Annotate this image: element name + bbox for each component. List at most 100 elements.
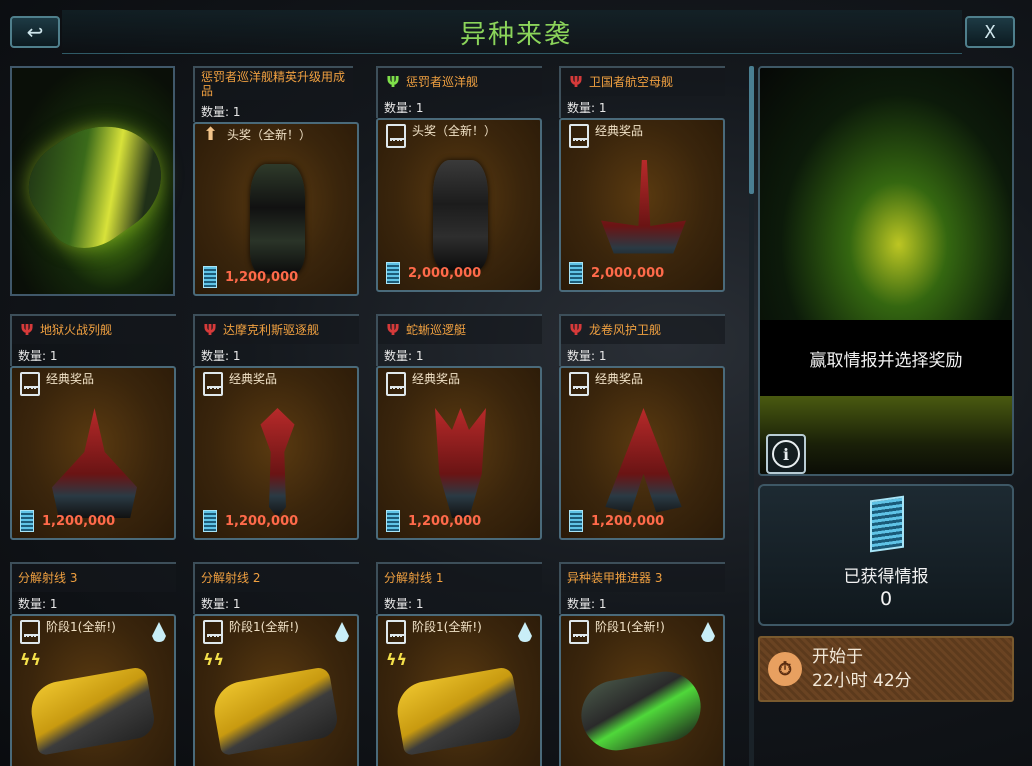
reward-card[interactable]: 异种装甲推进器 3 数量: 1 阶段1(全新!) <box>559 562 725 766</box>
yellow-beam-weapon <box>209 666 341 756</box>
card-title-text: 卫国者航空母舰 <box>589 75 674 89</box>
tag-label: 阶段1(全新!) <box>595 620 665 634</box>
card-title: Ψ 地狱火战列舰 <box>10 314 176 344</box>
timer-value: 22小时 42分 <box>812 671 912 691</box>
card-quantity: 数量: 1 <box>193 100 359 122</box>
card-icon <box>20 620 40 644</box>
back-arrow-icon: ↩ <box>26 20 44 44</box>
tag-label: 阶段1(全新!) <box>412 620 482 634</box>
card-icon <box>569 620 589 644</box>
price-value: 2,000,000 <box>591 265 665 281</box>
card-quantity: 数量: 1 <box>559 344 725 366</box>
price-value: 1,200,000 <box>225 269 299 285</box>
reward-panel[interactable]: 经典奖品 1,200,000 <box>10 366 176 540</box>
tag-label: 经典奖品 <box>412 372 461 386</box>
reward-card[interactable]: Ψ 地狱火战列舰 数量: 1 经典奖品 1,200,000 <box>10 314 176 540</box>
card-title: Ψ 达摩克利斯驱逐舰 <box>193 314 359 344</box>
reward-card[interactable]: 分解射线 1 数量: 1 阶段1(全新!) ϟϟ <box>376 562 542 766</box>
price-value: 1,200,000 <box>42 513 116 529</box>
card-icon <box>20 372 40 396</box>
faction-red-icon: Ψ <box>20 321 34 339</box>
faction-green-icon: Ψ <box>386 73 400 91</box>
reward-card[interactable]: 分解射线 3 数量: 1 阶段1(全新!) ϟϟ <box>10 562 176 766</box>
card-title: 分解射线 3 <box>10 562 176 592</box>
reward-panel[interactable]: 阶段1(全新!) <box>559 614 725 766</box>
reward-panel[interactable]: 阶段1(全新!) ϟϟ <box>193 614 359 766</box>
tag-label: 经典奖品 <box>595 372 644 386</box>
page-title: 异种来袭 <box>459 20 572 50</box>
price-value: 1,200,000 <box>591 513 665 529</box>
card-title: 分解射线 1 <box>376 562 542 592</box>
red-carrier-ship <box>601 160 686 254</box>
card-title-text: 龙卷风护卫舰 <box>589 323 662 337</box>
stopwatch-icon: ⏱ <box>768 652 802 686</box>
card-quantity: 数量: 1 <box>376 344 542 366</box>
tag-label: 经典奖品 <box>229 372 278 386</box>
lightning-bolt-icon: ϟϟ <box>20 650 42 669</box>
price-value: 1,200,000 <box>225 513 299 529</box>
card-title: Ψ 龙卷风护卫舰 <box>559 314 725 344</box>
intel-panel: 赢取情报并选择奖励 i <box>758 66 1014 476</box>
intel-doc-icon <box>569 262 583 284</box>
reward-card[interactable]: Ψ 卫国者航空母舰 数量: 1 经典奖品 2,000,000 <box>559 66 725 292</box>
tag-label: 阶段1(全新!) <box>46 620 116 634</box>
info-button[interactable]: i <box>766 434 806 474</box>
header-bar: 异种来袭 ↩ X <box>0 0 1032 58</box>
reward-card[interactable]: Ψ 达摩克利斯驱逐舰 数量: 1 经典奖品 1,200,000 <box>193 314 359 540</box>
gray-cruiser-ship <box>433 160 488 270</box>
reward-panel[interactable]: 经典奖品 1,200,000 <box>193 366 359 540</box>
reward-card[interactable]: Ψ 龙卷风护卫舰 数量: 1 经典奖品 1,200,000 <box>559 314 725 540</box>
card-quantity: 数量: 1 <box>193 592 359 614</box>
up-arrow-icon: ⬆ <box>203 124 219 145</box>
reward-card[interactable]: 惩罚者巡洋舰精英升级用成品 数量: 1 ⬆ 头奖（全新！） 1,200,000 <box>193 66 359 296</box>
reward-panel[interactable]: 阶段1(全新!) ϟϟ <box>376 614 542 766</box>
intel-doc-icon <box>203 510 217 532</box>
card-title: 分解射线 2 <box>193 562 359 592</box>
card-quantity: 数量: 1 <box>376 96 542 118</box>
event-timer: ⏱ 开始于 22小时 42分 <box>758 636 1014 702</box>
card-icon <box>569 124 589 148</box>
intel-doc-icon <box>386 262 400 284</box>
reward-panel[interactable]: ⬆ 头奖（全新！） 1,200,000 <box>193 122 359 296</box>
reward-card[interactable]: Ψ 蛇蜥巡逻艇 数量: 1 经典奖品 1,200,000 <box>376 314 542 540</box>
gained-intel-label: 已获得情报 <box>843 567 929 587</box>
dark-cruiser-ship <box>250 164 305 274</box>
back-button[interactable]: ↩ <box>10 16 60 48</box>
card-quantity: 数量: 1 <box>10 592 176 614</box>
reward-panel[interactable]: 经典奖品 2,000,000 <box>559 118 725 292</box>
card-icon <box>386 620 406 644</box>
scroll-thumb[interactable] <box>749 66 754 194</box>
card-title-text: 地狱火战列舰 <box>40 323 113 337</box>
timer-label: 开始于 <box>812 647 863 667</box>
price-value: 2,000,000 <box>408 265 482 281</box>
alien-ship-art <box>760 68 1012 320</box>
reward-grid: 惩罚者巡洋舰精英升级用成品 数量: 1 ⬆ 头奖（全新！） 1,200,000 Ψ… <box>10 66 746 766</box>
yellow-beam-weapon <box>392 666 524 756</box>
card-quantity: 数量: 1 <box>10 344 176 366</box>
reward-panel[interactable]: 经典奖品 1,200,000 <box>376 366 542 540</box>
close-button[interactable]: X <box>965 16 1015 48</box>
event-hero-image <box>10 66 182 296</box>
tag-label: 头奖（全新！） <box>412 124 497 138</box>
intel-doc-icon <box>20 510 34 532</box>
info-icon: i <box>772 440 800 468</box>
tag-label: 经典奖品 <box>46 372 95 386</box>
card-title: Ψ 蛇蜥巡逻艇 <box>376 314 542 344</box>
grid-scrollbar[interactable] <box>749 66 754 766</box>
reward-panel[interactable]: 头奖（全新！） 2,000,000 <box>376 118 542 292</box>
reward-card[interactable]: Ψ 惩罚者巡洋舰 数量: 1 头奖（全新！） 2,000,000 <box>376 66 542 292</box>
tag-label: 头奖（全新！） <box>227 128 312 142</box>
intel-banner: 赢取情报并选择奖励 <box>760 320 1012 396</box>
card-title: 异种装甲推进器 3 <box>559 562 725 592</box>
reward-panel[interactable]: 阶段1(全新!) ϟϟ <box>10 614 176 766</box>
reward-panel[interactable]: 经典奖品 1,200,000 <box>559 366 725 540</box>
reward-card[interactable]: 分解射线 2 数量: 1 阶段1(全新!) ϟϟ <box>193 562 359 766</box>
gained-intel-count: 0 <box>879 588 893 610</box>
red-battleship <box>52 408 137 518</box>
card-icon <box>386 372 406 396</box>
faction-red-icon: Ψ <box>203 321 217 339</box>
card-quantity: 数量: 1 <box>376 592 542 614</box>
card-quantity: 数量: 1 <box>559 96 725 118</box>
card-icon <box>386 124 406 148</box>
faction-red-icon: Ψ <box>569 321 583 339</box>
